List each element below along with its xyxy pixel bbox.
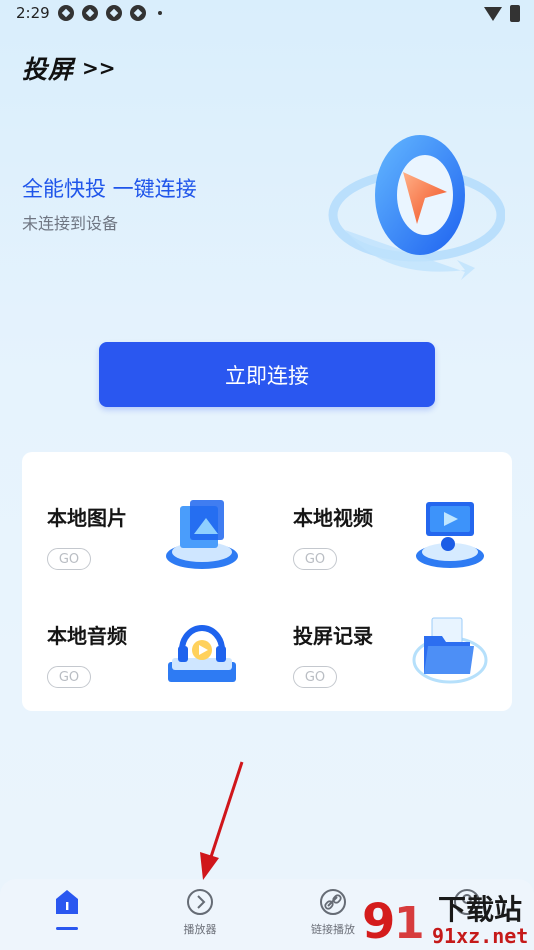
play-circle-icon [187, 889, 213, 915]
wifi-icon [484, 6, 502, 21]
tile-local-pictures[interactable]: 本地图片 GO [22, 464, 267, 582]
tile-label: 本地音频 [47, 624, 127, 648]
link-icon [320, 889, 346, 915]
chevrons-icon: >> [82, 56, 116, 80]
app-brand: 投屏 >> [22, 50, 116, 86]
status-right [484, 5, 520, 22]
nav-label: 链接播放 [311, 923, 355, 936]
go-button[interactable]: GO [293, 548, 337, 570]
connect-now-button[interactable]: 立即连接 [99, 342, 435, 407]
tile-cast-history[interactable]: 投屏记录 GO [268, 582, 513, 700]
tile-local-videos[interactable]: 本地视频 GO [268, 464, 513, 582]
notification-app-icon [130, 5, 146, 21]
connection-status: 未连接到设备 [22, 214, 119, 233]
status-time: 2:29 [16, 4, 50, 22]
nav-home[interactable] [12, 879, 122, 950]
nav-player[interactable]: 播放器 [145, 879, 255, 950]
audio-illustration-icon [168, 625, 236, 682]
notification-app-icon [58, 5, 74, 21]
tile-label: 投屏记录 [293, 624, 373, 648]
watermark-url: 91xz.net [432, 924, 529, 948]
hero-title: 全能快投 一键连接 [22, 177, 197, 201]
go-button[interactable]: GO [293, 666, 337, 688]
svg-text:9: 9 [362, 894, 395, 950]
app-logo-text: 投屏 [22, 55, 75, 84]
notification-app-icon [106, 5, 122, 21]
cast-logo-illustration [328, 135, 505, 280]
video-illustration-icon [416, 502, 484, 568]
tile-label: 本地视频 [293, 506, 373, 530]
watermark: 9 1 下载站 91xz.net [360, 886, 534, 950]
tile-local-audio[interactable]: 本地音频 GO [22, 582, 267, 700]
go-button[interactable]: GO [47, 666, 91, 688]
svg-text:1: 1 [394, 898, 425, 949]
active-tab-indicator [56, 927, 78, 930]
more-notifications-icon [158, 11, 162, 15]
home-icon [56, 890, 78, 914]
status-bar: 2:29 [0, 0, 534, 28]
tile-label: 本地图片 [47, 506, 127, 530]
picture-illustration-icon [166, 500, 238, 569]
folder-illustration-icon [412, 617, 488, 684]
go-button[interactable]: GO [47, 548, 91, 570]
watermark-text: 下载站 [438, 893, 523, 926]
watermark-logo-icon: 9 1 [362, 894, 425, 950]
battery-icon [510, 5, 520, 22]
feature-grid-card: 本地图片 GO 本地视频 GO 本地音频 GO 投屏记录 GO [22, 452, 512, 711]
notification-app-icon [82, 5, 98, 21]
notification-icons [58, 5, 162, 21]
nav-label: 播放器 [183, 923, 217, 936]
